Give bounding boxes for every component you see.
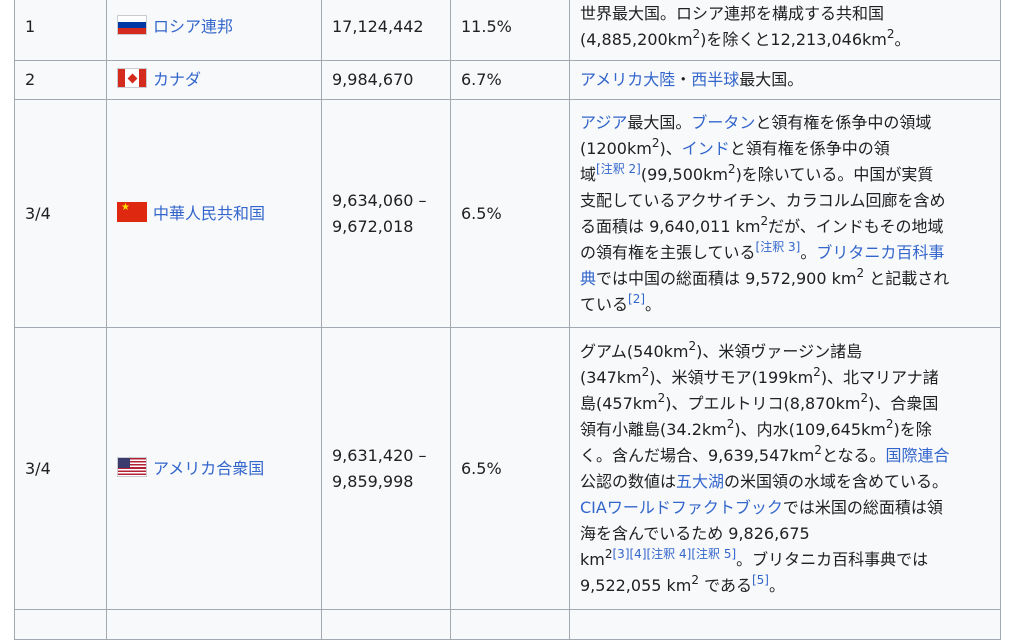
rank-cell: 3/4 — [14, 99, 107, 328]
table-row: 3/4 中華人民共和国 9,634,060 –9,672,018 6.5% アジ… — [14, 99, 1001, 328]
link-western-hemisphere[interactable]: 西半球 — [691, 70, 739, 89]
note-cell — [569, 609, 1001, 640]
rank-cell: 1 — [14, 0, 107, 61]
footnote-2[interactable]: [2] — [628, 292, 645, 306]
country-area-table: 1 ロシア連邦 17,124,442 11.5% 世界最大国。ロシア連邦を構成す… — [14, 0, 1001, 640]
link-americas[interactable]: アメリカ大陸 — [580, 70, 675, 89]
table-row: 1 ロシア連邦 17,124,442 11.5% 世界最大国。ロシア連邦を構成す… — [14, 0, 1001, 61]
country-cell: ロシア連邦 — [106, 0, 322, 61]
note-cell: 世界最大国。ロシア連邦を構成する共和国 (4,885,200km2)を除くと12,… — [569, 0, 1001, 61]
share-cell: 6.7% — [450, 60, 570, 100]
footnote-note5[interactable]: [注釈 5] — [691, 547, 736, 561]
canada-flag-icon — [117, 68, 147, 88]
footnote-note4[interactable]: [注釈 4] — [647, 547, 692, 561]
note-cell: アメリカ大陸・西半球最大国。 — [569, 60, 1001, 100]
country-link-russia[interactable]: ロシア連邦 — [153, 17, 233, 36]
rank-cell: 2 — [14, 60, 107, 100]
footnote-4[interactable]: [4] — [630, 547, 647, 561]
area-cell: 9,984,670 — [321, 60, 451, 100]
share-cell: 6.5% — [450, 327, 570, 610]
link-great-lakes[interactable]: 五大湖 — [676, 472, 724, 491]
country-link-usa[interactable]: アメリカ合衆国 — [153, 459, 264, 478]
country-cell: 中華人民共和国 — [106, 99, 322, 328]
table-row: 3/4 アメリカ合衆国 9,631,420 –9,859,998 6.5% グア… — [14, 327, 1001, 610]
table-row — [14, 609, 1001, 640]
share-cell: 6.5% — [450, 99, 570, 328]
russia-flag-icon — [117, 14, 147, 35]
area-cell: 17,124,442 — [321, 0, 451, 61]
link-bhutan[interactable]: ブータン — [691, 113, 755, 132]
link-asia[interactable]: アジア — [580, 113, 627, 132]
footnote-3[interactable]: [3] — [613, 547, 630, 561]
area-cell: 9,631,420 –9,859,998 — [321, 327, 451, 610]
share-cell: 11.5% — [450, 0, 570, 61]
share-cell — [450, 609, 570, 640]
country-link-canada[interactable]: カナダ — [153, 70, 201, 89]
link-united-nations[interactable]: 国際連合 — [885, 446, 949, 465]
footnote-note2[interactable]: [注釈 2] — [596, 162, 641, 176]
usa-flag-icon — [117, 456, 147, 477]
link-cia-factbook[interactable]: CIAワールドファクトブック — [580, 498, 783, 517]
china-flag-icon — [117, 201, 147, 222]
country-cell: アメリカ合衆国 — [106, 327, 322, 610]
note-cell: アジア最大国。ブータンと領有権を係争中の領域 (1200km2)、インドと領有権を… — [569, 99, 1001, 328]
area-cell — [321, 609, 451, 640]
country-link-china[interactable]: 中華人民共和国 — [153, 204, 265, 223]
note-cell: グアム(540km2)、米領ヴァージン諸島 (347km2)、米領サモア(199k… — [569, 327, 1001, 610]
footnote-note3[interactable]: [注釈 3] — [756, 240, 801, 254]
footnote-5[interactable]: [5] — [752, 573, 769, 587]
rank-cell — [14, 609, 107, 640]
area-cell: 9,634,060 –9,672,018 — [321, 99, 451, 328]
country-cell: カナダ — [106, 60, 322, 100]
table-row: 2 カナダ 9,984,670 6.7% アメリカ大陸・西半球最大国。 — [14, 60, 1001, 100]
country-cell — [106, 609, 322, 640]
link-india[interactable]: インド — [682, 139, 730, 158]
rank-cell: 3/4 — [14, 327, 107, 610]
